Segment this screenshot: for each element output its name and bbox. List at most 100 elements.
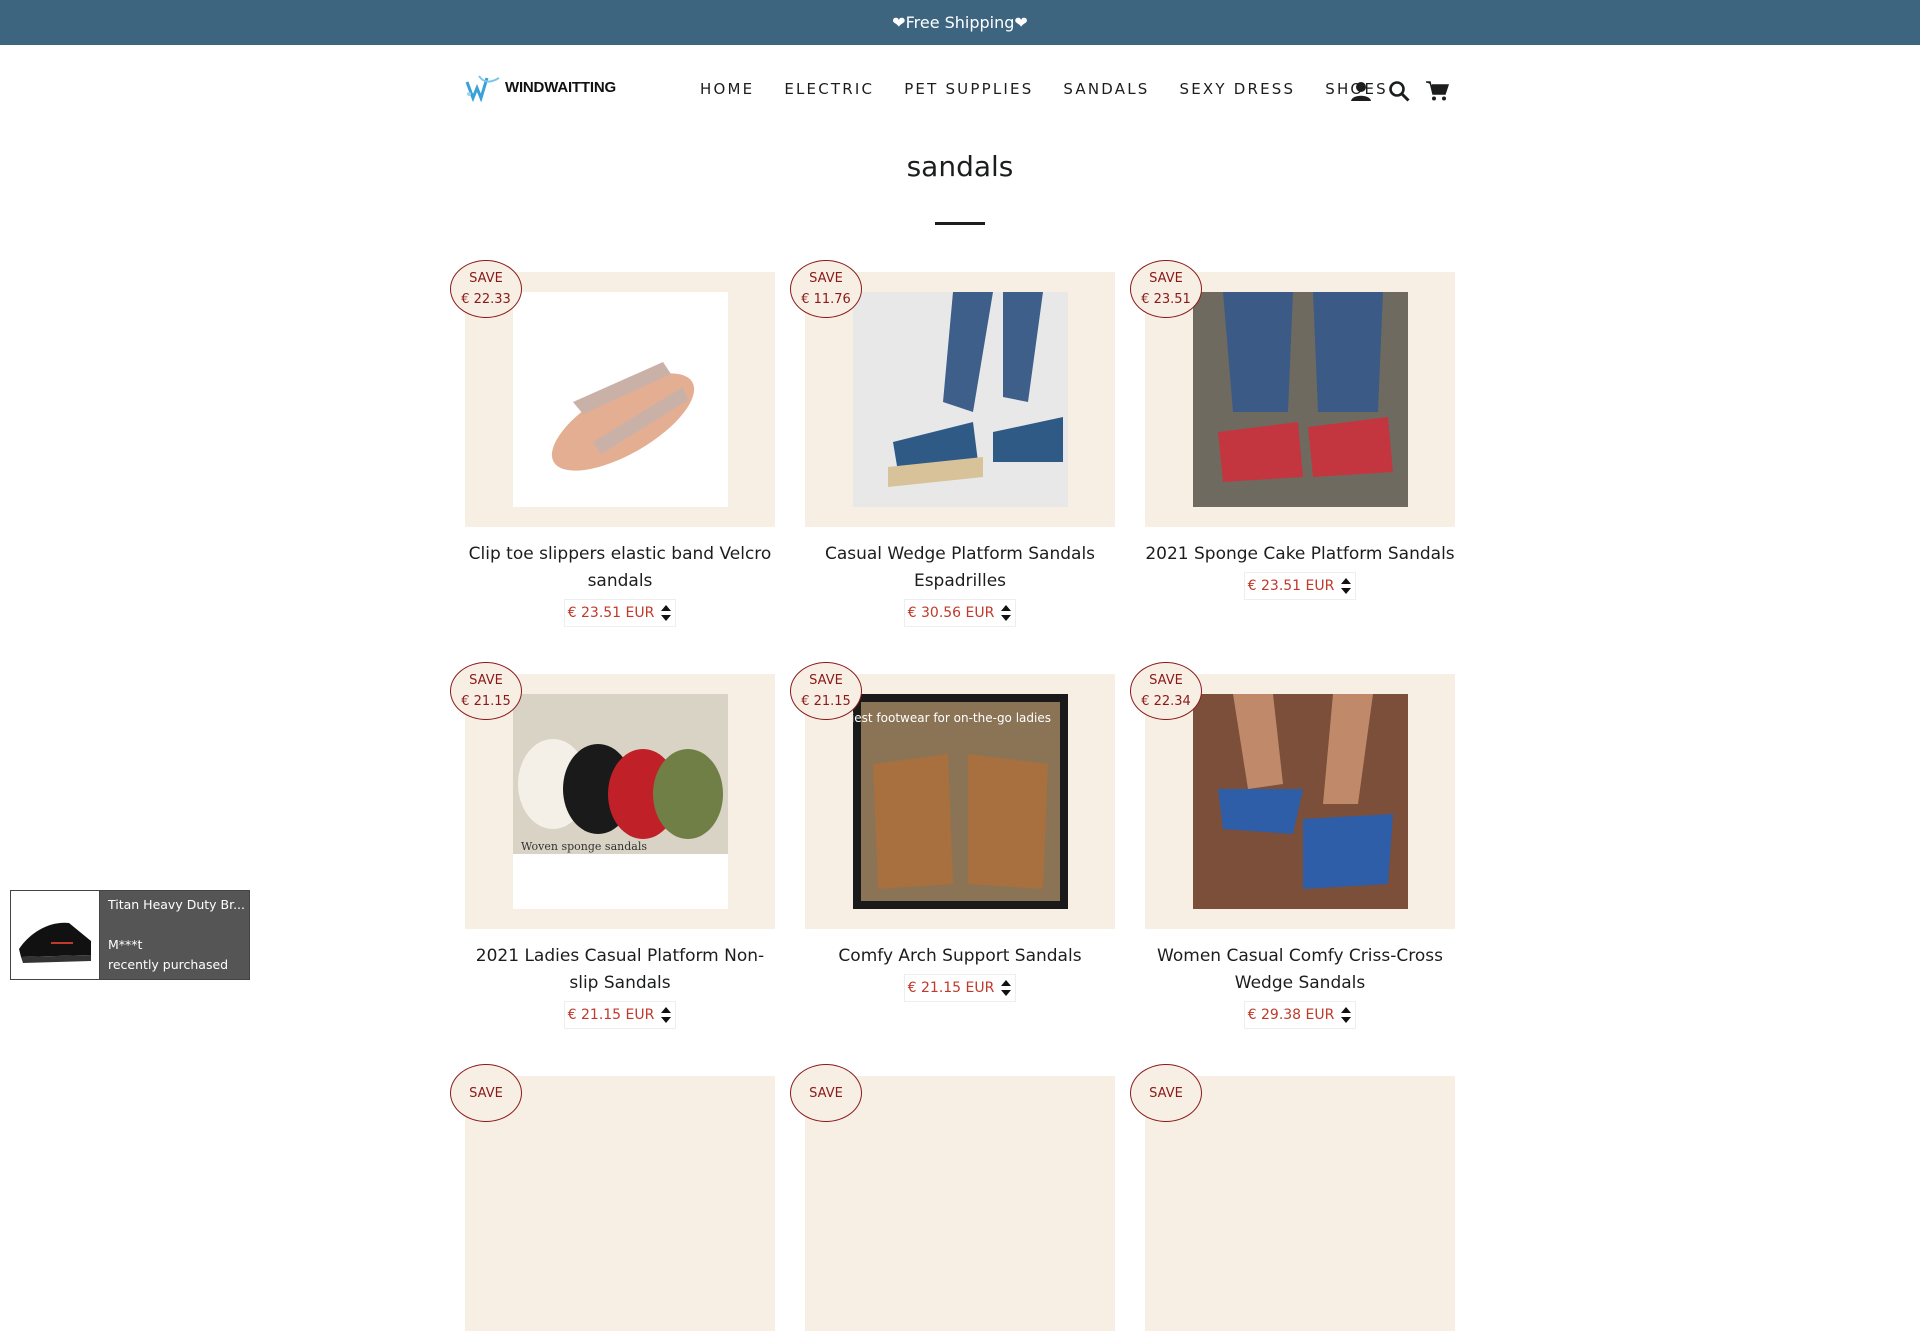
product-photo bbox=[513, 292, 728, 507]
chevron-updown-icon bbox=[1341, 578, 1352, 594]
save-amount: € 22.33 bbox=[461, 292, 511, 307]
announcement-text: ❤Free Shipping❤ bbox=[892, 13, 1028, 32]
save-badge: SAVE € 21.15 bbox=[790, 662, 862, 720]
save-label: SAVE bbox=[1149, 673, 1183, 688]
brand-logo[interactable]: WINDWAITTING bbox=[465, 67, 616, 107]
product-image[interactable]: SAVE € 22.34 bbox=[1130, 662, 1455, 929]
chevron-updown-icon bbox=[661, 1007, 672, 1023]
price-row: € 23.51 EUR bbox=[1145, 572, 1455, 600]
product-photo bbox=[1193, 694, 1408, 909]
site-header: WINDWAITTING HOME ELECTRIC PET SUPPLIES … bbox=[0, 45, 1920, 135]
currency-price-select[interactable]: € 23.51 EUR bbox=[563, 599, 677, 627]
save-badge: SAVE € 22.34 bbox=[1130, 662, 1202, 720]
price-row: € 21.15 EUR bbox=[465, 1001, 775, 1029]
save-badge: SAVE € 23.51 bbox=[1130, 260, 1202, 318]
save-amount: € 11.76 bbox=[801, 292, 851, 307]
account-icon[interactable] bbox=[1348, 78, 1374, 104]
save-label: SAVE bbox=[1149, 1085, 1183, 1101]
save-amount: € 22.34 bbox=[1141, 694, 1191, 709]
save-badge: SAVE € 21.15 bbox=[450, 662, 522, 720]
product-image[interactable]: Woven sponge sandals SAVE € 21.15 bbox=[450, 662, 775, 929]
product-card[interactable]: SAVE € 22.34 Women Casual Comfy Criss-Cr… bbox=[1130, 662, 1455, 1029]
save-label: SAVE bbox=[469, 1085, 503, 1101]
popup-status: recently purchased bbox=[108, 957, 229, 972]
price-row: € 30.56 EUR bbox=[805, 599, 1115, 627]
nav-home[interactable]: HOME bbox=[700, 80, 754, 98]
product-photo bbox=[1193, 292, 1408, 507]
product-card[interactable]: SAVE € 11.76 Casual Wedge Platform Sanda… bbox=[790, 260, 1115, 627]
product-card[interactable]: The comfiest footwear for on-the-go ladi… bbox=[790, 662, 1115, 1002]
product-card[interactable]: SAVE € 23.51 2021 Sponge Cake Platform S… bbox=[1130, 260, 1455, 600]
chevron-updown-icon bbox=[1001, 605, 1012, 621]
chevron-updown-icon bbox=[661, 605, 672, 621]
price-row: € 23.51 EUR bbox=[465, 599, 775, 627]
currency-price-select[interactable]: € 30.56 EUR bbox=[903, 599, 1017, 627]
popup-product-name: Titan Heavy Duty Br... bbox=[108, 897, 246, 912]
save-amount: € 21.15 bbox=[461, 694, 511, 709]
header-icons bbox=[1348, 78, 1450, 104]
popup-product-thumbnail bbox=[11, 891, 100, 979]
product-title[interactable]: 2021 Ladies Casual Platform Non-slip San… bbox=[465, 943, 775, 997]
brand-name: WINDWAITTING bbox=[505, 78, 616, 96]
product-title[interactable]: Women Casual Comfy Criss-Cross Wedge San… bbox=[1145, 943, 1455, 997]
product-price: € 23.51 EUR bbox=[1247, 578, 1335, 594]
currency-price-select[interactable]: € 21.15 EUR bbox=[903, 974, 1017, 1002]
popup-customer: M***t bbox=[108, 937, 143, 952]
announcement-bar: ❤Free Shipping❤ bbox=[0, 0, 1920, 45]
product-image[interactable]: The comfiest footwear for on-the-go ladi… bbox=[790, 662, 1115, 929]
save-amount: € 21.15 bbox=[801, 694, 851, 709]
product-price: € 21.15 EUR bbox=[907, 980, 995, 996]
product-photo: Woven sponge sandals bbox=[513, 694, 728, 909]
main-nav: HOME ELECTRIC PET SUPPLIES SANDALS SEXY … bbox=[700, 80, 1418, 98]
save-badge: SAVE bbox=[790, 1064, 862, 1122]
product-title[interactable]: Casual Wedge Platform Sandals Espadrille… bbox=[805, 541, 1115, 595]
save-badge: SAVE € 11.76 bbox=[790, 260, 862, 318]
product-image[interactable]: SAVE € 22.33 bbox=[450, 260, 775, 527]
nav-pet-supplies[interactable]: PET SUPPLIES bbox=[904, 80, 1033, 98]
product-image[interactable]: SAVE bbox=[450, 1064, 775, 1331]
product-title[interactable]: 2021 Sponge Cake Platform Sandals bbox=[1145, 541, 1455, 568]
popup-info: Titan Heavy Duty Br... M***t recently pu… bbox=[100, 891, 253, 979]
price-row: € 21.15 EUR bbox=[805, 974, 1115, 1002]
product-price: € 30.56 EUR bbox=[907, 605, 995, 621]
search-icon[interactable] bbox=[1386, 78, 1412, 104]
product-image[interactable]: SAVE bbox=[790, 1064, 1115, 1331]
product-card[interactable]: Woven sponge sandals SAVE € 21.15 2021 L… bbox=[450, 662, 775, 1029]
product-price: € 23.51 EUR bbox=[567, 605, 655, 621]
product-card[interactable]: SAVE bbox=[790, 1064, 1115, 1331]
chevron-updown-icon bbox=[1001, 980, 1012, 996]
nav-sexy-dress[interactable]: SEXY DRESS bbox=[1180, 80, 1296, 98]
product-card[interactable]: SAVE € 22.33 Clip toe slippers elastic b… bbox=[450, 260, 775, 627]
save-label: SAVE bbox=[809, 673, 843, 688]
product-image[interactable]: SAVE € 11.76 bbox=[790, 260, 1115, 527]
product-title[interactable]: Clip toe slippers elastic band Velcro sa… bbox=[465, 541, 775, 595]
product-price: € 29.38 EUR bbox=[1247, 1007, 1335, 1023]
save-badge: SAVE € 22.33 bbox=[450, 260, 522, 318]
currency-price-select[interactable]: € 29.38 EUR bbox=[1243, 1001, 1357, 1029]
save-label: SAVE bbox=[469, 673, 503, 688]
logo-mark-icon bbox=[465, 72, 501, 103]
product-image[interactable]: SAVE € 23.51 bbox=[1130, 260, 1455, 527]
save-label: SAVE bbox=[1149, 271, 1183, 286]
product-title[interactable]: Comfy Arch Support Sandals bbox=[805, 943, 1115, 970]
save-label: SAVE bbox=[469, 271, 503, 286]
image-caption: The comfiest footwear for on-the-go ladi… bbox=[853, 711, 1051, 725]
save-label: SAVE bbox=[809, 271, 843, 286]
save-badge: SAVE bbox=[1130, 1064, 1202, 1122]
product-card[interactable]: SAVE bbox=[450, 1064, 775, 1331]
image-caption: Woven sponge sandals bbox=[521, 840, 647, 853]
price-row: € 29.38 EUR bbox=[1145, 1001, 1455, 1029]
currency-price-select[interactable]: € 21.15 EUR bbox=[563, 1001, 677, 1029]
nav-electric[interactable]: ELECTRIC bbox=[784, 80, 874, 98]
title-divider bbox=[935, 222, 985, 225]
cart-icon[interactable] bbox=[1424, 78, 1450, 104]
save-label: SAVE bbox=[809, 1085, 843, 1101]
product-photo bbox=[853, 292, 1068, 507]
nav-sandals[interactable]: SANDALS bbox=[1063, 80, 1149, 98]
product-image[interactable]: SAVE bbox=[1130, 1064, 1455, 1331]
recent-purchase-popup[interactable]: Titan Heavy Duty Br... M***t recently pu… bbox=[10, 890, 250, 980]
currency-price-select[interactable]: € 23.51 EUR bbox=[1243, 572, 1357, 600]
chevron-updown-icon bbox=[1341, 1007, 1352, 1023]
save-badge: SAVE bbox=[450, 1064, 522, 1122]
product-card[interactable]: SAVE bbox=[1130, 1064, 1455, 1331]
